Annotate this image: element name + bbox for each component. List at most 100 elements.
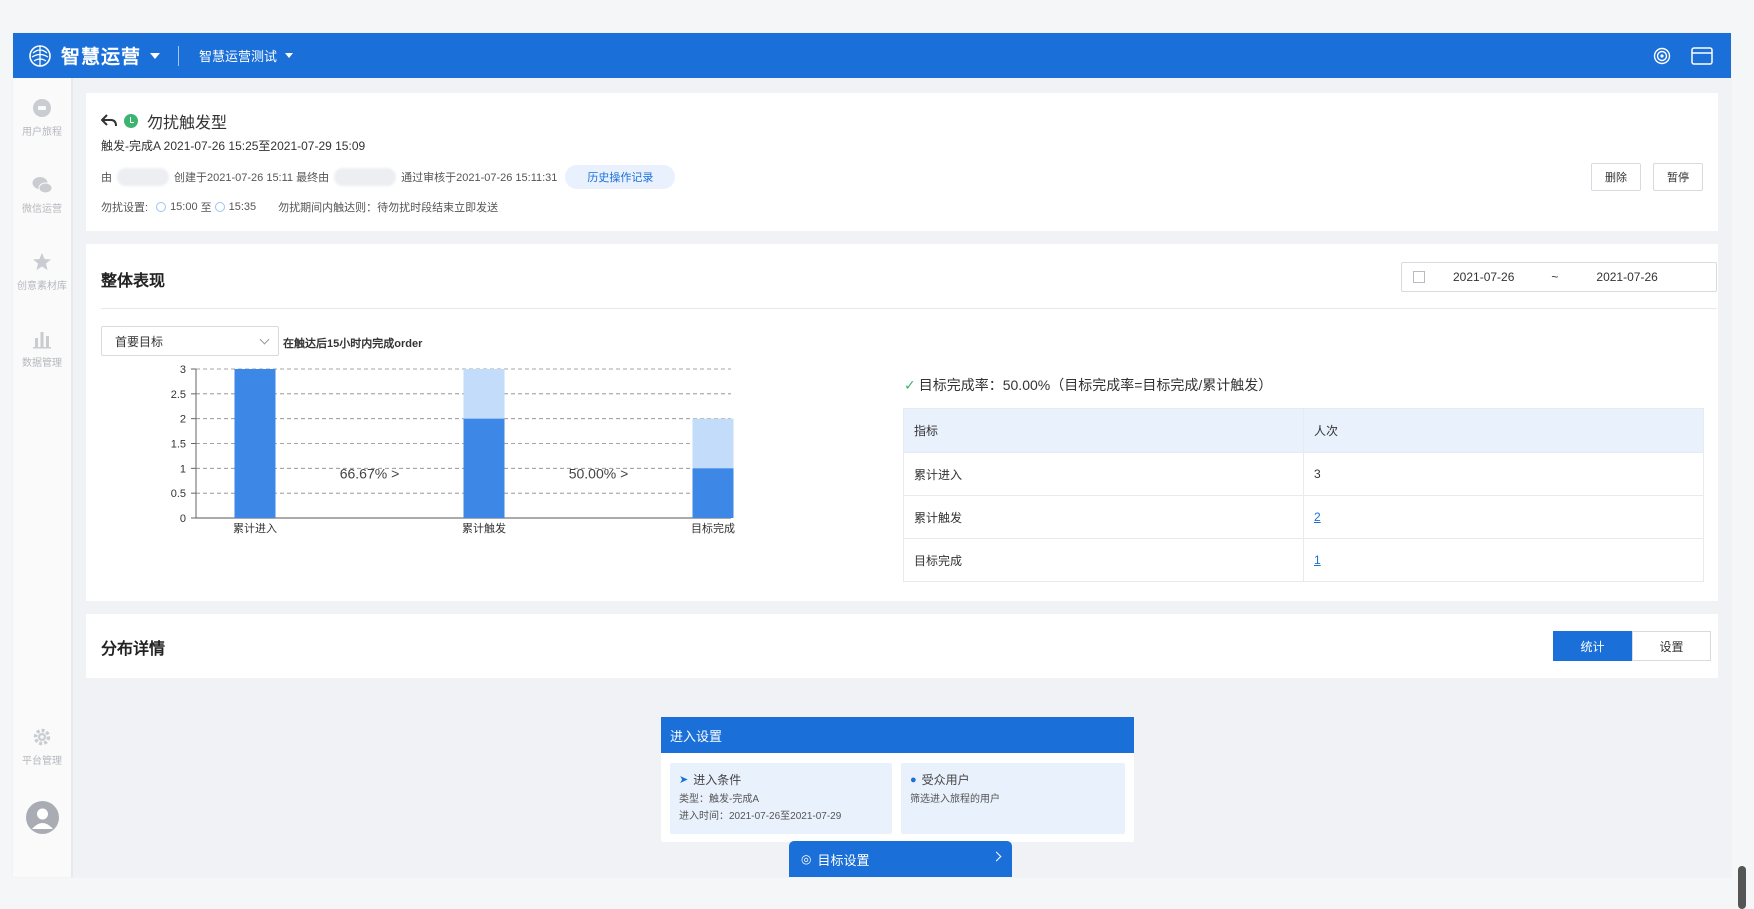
meta-row: 由 创建于2021-07-26 15:11 最终由 通过审核于2021-07-2… [101, 165, 676, 189]
goal-settings-bar[interactable]: ◎ 目标设置 [789, 841, 1012, 877]
dnd-rule: 勿扰期间内触达则：待勿扰时段结束立即发送 [278, 202, 499, 214]
metrics-table: 指标 人次 累计进入 3 累计触发 2 目标完成 1 [903, 408, 1704, 582]
y-tick-label: 2 [180, 414, 186, 426]
y-tick-label: 1 [180, 463, 186, 475]
clock-icon [156, 202, 167, 212]
dnd-end: 15:35 [228, 201, 257, 213]
top-divider [178, 45, 180, 66]
avatar[interactable] [26, 801, 59, 834]
history-button[interactable]: 历史操作记录 [565, 165, 676, 189]
bar-chart-icon [33, 332, 51, 349]
table-row: 目标完成 1 [903, 538, 1704, 582]
dnd-label: 勿扰设置: [101, 202, 149, 214]
sidebar: 用户旅程 微信运营 创意素材库 数据管理 平台管理 [13, 78, 73, 877]
user-icon: ● [910, 774, 917, 786]
sidebar-item-label: 创意素材库 [17, 281, 67, 292]
x-tick-label: 累计进入 [233, 522, 277, 535]
sidebar-item-data[interactable]: 数据管理 [13, 328, 71, 369]
date-start[interactable]: 2021-07-26 [1453, 270, 1514, 284]
y-tick-label: 3 [180, 364, 186, 376]
table-cell-link[interactable]: 1 [1303, 538, 1704, 582]
table-cell: 目标完成 [903, 538, 1304, 582]
goal-settings-label: 目标设置 [817, 852, 870, 868]
entry-settings-card[interactable]: 进入设置 ➤ 进入条件 类型：触发-完成A 进入时间：2021-07-26至202… [661, 717, 1134, 842]
entry-settings-header: 进入设置 [661, 717, 1134, 753]
top-bar: 智慧运营 智慧运营测试 [13, 33, 1731, 78]
distribution-card: 分布详情 统计 设置 [86, 614, 1718, 678]
table-cell: 3 [1303, 452, 1704, 496]
y-tick-label: 1.5 [171, 439, 186, 451]
table-cell: 累计进入 [903, 452, 1304, 496]
overall-performance-card: 整体表现 2021-07-26 ~ 2021-07-26 首要目标 在触达后15… [86, 244, 1718, 601]
sidebar-item-platform[interactable]: 平台管理 [13, 726, 71, 767]
audience-box[interactable]: ● 受众用户 筛选进入旅程的用户 [901, 763, 1125, 834]
entry-condition-box[interactable]: ➤ 进入条件 类型：触发-完成A 进入时间：2021-07-26至2021-07-… [670, 763, 892, 834]
project-switcher[interactable]: 智慧运营测试 [199, 46, 294, 65]
bar [234, 369, 276, 518]
check-icon: ✓ [904, 376, 916, 393]
gear-icon [33, 728, 51, 746]
completion-rate: ✓ 目标完成率：50.00%（目标完成率=目标完成/累计触发） [904, 375, 1272, 395]
table-header-row: 指标 人次 [903, 408, 1704, 453]
date-separator: ~ [1551, 270, 1559, 284]
creator-name-redacted [117, 168, 169, 186]
y-tick-label: 2.5 [171, 389, 186, 401]
page-title: 勿扰触发型 [147, 115, 228, 132]
bar [692, 468, 734, 518]
editor-name-redacted [334, 168, 397, 186]
goal-select[interactable]: 首要目标 [101, 326, 279, 356]
table-row: 累计触发 2 [903, 495, 1704, 539]
brain-logo-icon [29, 44, 51, 67]
condition-title: 进入条件 [693, 773, 742, 787]
scrollbar-thumb[interactable] [1738, 866, 1746, 909]
sidebar-item-wechat[interactable]: 微信运营 [13, 174, 71, 215]
table-cell: 累计触发 [903, 495, 1304, 539]
brand-menu[interactable]: 智慧运营 [27, 42, 161, 69]
tab-settings[interactable]: 设置 [1632, 631, 1711, 661]
table-row: 累计进入 3 [903, 452, 1704, 496]
table-cell-link[interactable]: 2 [1303, 495, 1704, 539]
delete-button[interactable]: 删除 [1591, 163, 1641, 191]
top-icons [1633, 45, 1713, 67]
pause-button[interactable]: 暂停 [1653, 163, 1703, 191]
project-name: 智慧运营测试 [199, 49, 278, 64]
status-clock-icon [124, 114, 138, 128]
conversion-rate-label: 66.67% > [340, 465, 400, 481]
table-header: 人次 [1303, 408, 1704, 453]
sidebar-item-label: 数据管理 [22, 358, 62, 369]
tab-stats[interactable]: 统计 [1553, 631, 1632, 661]
chevron-down-icon [259, 334, 270, 345]
approved-info: 通过审核于2021-07-26 15:11:31 [401, 172, 558, 184]
sidebar-item-journey[interactable]: 用户旅程 [13, 97, 71, 138]
date-end[interactable]: 2021-07-26 [1596, 270, 1657, 284]
sidebar-item-creative[interactable]: 创意素材库 [13, 251, 71, 292]
funnel-chart: 0 0.5 1 1.5 2 2.5 3 累计进入 累计触发 目标完成 66.67% > 50.00% … [171, 364, 735, 535]
conversion-rate-label: 50.00% > [569, 465, 629, 481]
condition-type: 类型：触发-完成A [679, 794, 759, 805]
created-info: 创建于2021-07-26 15:11 最终由 [174, 172, 330, 184]
creative-icon [33, 253, 51, 270]
chevron-right-icon [991, 851, 1002, 862]
calendar-icon [1413, 271, 1425, 283]
journey-icon [33, 99, 51, 117]
paper-plane-icon: ➤ [679, 774, 689, 786]
sidebar-item-label: 平台管理 [22, 756, 62, 767]
table-header: 指标 [903, 408, 1304, 453]
journey-header-card: 勿扰触发型 触发-完成A 2021-07-26 15:25至2021-07-29… [86, 93, 1718, 231]
dnd-row: 勿扰设置: 15:00 至 15:35 勿扰期间内触达则：待勿扰时段结束立即发送 [101, 199, 498, 215]
date-range-picker[interactable]: 2021-07-26 ~ 2021-07-26 [1401, 262, 1717, 292]
journey-subtitle: 触发-完成A 2021-07-26 15:25至2021-07-29 15:09 [101, 139, 366, 153]
completion-rate-text: 目标完成率：50.00%（目标完成率=目标完成/累计触发） [918, 377, 1273, 393]
section-divider [101, 308, 1717, 309]
dnd-start: 15:00 [170, 201, 198, 213]
target-icon[interactable] [1651, 45, 1673, 67]
back-arrow-icon[interactable] [101, 114, 117, 128]
dnd-to: 至 [200, 202, 212, 214]
goal-select-value: 首要目标 [115, 334, 164, 349]
mail-icon[interactable] [1691, 45, 1713, 67]
chevron-down-icon [150, 52, 161, 59]
audience-desc: 筛选进入旅程的用户 [910, 794, 1000, 805]
title-row: 勿扰触发型 [101, 109, 227, 133]
condition-time: 进入时间：2021-07-26至2021-07-29 [679, 811, 842, 822]
x-tick-label: 目标完成 [691, 521, 735, 535]
